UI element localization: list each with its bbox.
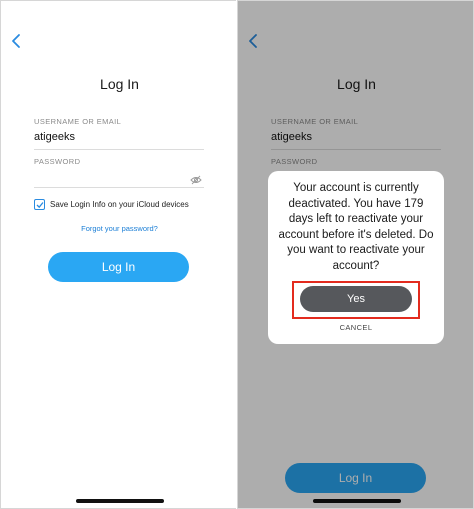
login-screen: Log In USERNAME OR EMAIL atigeeks PASSWO…: [0, 0, 237, 509]
login-button[interactable]: Log In: [48, 252, 189, 282]
home-indicator: [76, 499, 164, 503]
username-label: USERNAME OR EMAIL: [34, 117, 122, 126]
dialog-message: Your account is currently deactivated. Y…: [278, 182, 434, 272]
yes-button[interactable]: Yes: [300, 286, 412, 312]
password-label: PASSWORD: [34, 157, 81, 166]
save-login-checkbox[interactable]: [34, 199, 45, 210]
cancel-button[interactable]: CANCEL: [268, 323, 444, 332]
forgot-password-link[interactable]: Forgot your password?: [1, 224, 236, 233]
save-login-label: Save Login Info on your iCloud devices: [50, 200, 189, 209]
checkmark-icon: [36, 202, 44, 209]
password-input[interactable]: [34, 187, 204, 188]
username-underline: [34, 149, 204, 150]
reactivate-dialog: Your account is currently deactivated. Y…: [268, 171, 444, 344]
page-title: Log In: [100, 76, 139, 92]
username-input[interactable]: atigeeks: [34, 131, 75, 143]
eye-hidden-icon[interactable]: [190, 172, 202, 185]
back-chevron-icon[interactable]: [9, 33, 23, 49]
deactivated-dialog-screen: Log In USERNAME OR EMAIL atigeeks PASSWO…: [237, 0, 474, 509]
